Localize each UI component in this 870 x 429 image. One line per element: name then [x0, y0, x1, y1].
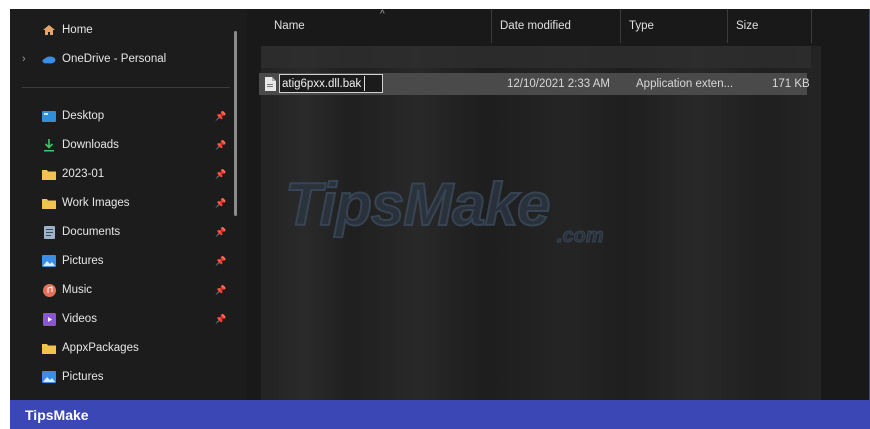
- desktop-icon: [42, 110, 56, 122]
- nav-item-label: 2023-01: [62, 168, 105, 180]
- nav-item-desktop[interactable]: Desktop 📌: [10, 103, 234, 129]
- nav-scrollbar[interactable]: [234, 31, 237, 216]
- folder-icon: [42, 197, 56, 209]
- nav-item-label: Videos: [62, 313, 97, 325]
- nav-item-partial[interactable]: [10, 393, 234, 400]
- nav-item-label: Work Images: [62, 197, 130, 209]
- watermark-logo: TipsMake: [284, 170, 551, 239]
- pin-icon[interactable]: 📌: [215, 314, 226, 325]
- nav-item-2023-01[interactable]: 2023-01 📌: [10, 161, 234, 187]
- nav-divider: [22, 87, 230, 88]
- rename-input[interactable]: atig6pxx.dll.bak: [279, 74, 383, 93]
- column-header-size[interactable]: Size: [728, 9, 812, 43]
- nav-item-downloads[interactable]: Downloads 📌: [10, 132, 234, 158]
- nav-item-music[interactable]: Music 📌: [10, 277, 234, 303]
- navigation-pane: Home › OneDrive - Personal Desktop 📌 Dow…: [10, 9, 247, 400]
- pin-icon[interactable]: 📌: [215, 285, 226, 296]
- file-type: Application exten...: [636, 78, 734, 90]
- file-date-modified: 12/10/2021 2:33 AM: [507, 78, 610, 90]
- text-cursor: [364, 76, 365, 91]
- nav-item-label: AppxPackages: [62, 342, 139, 354]
- pin-icon[interactable]: 📌: [215, 111, 226, 122]
- column-header-label: Name: [274, 20, 305, 32]
- nav-item-label: Pictures: [62, 371, 104, 383]
- folder-icon: [42, 168, 56, 180]
- nav-item-label: Home: [62, 24, 93, 36]
- column-header-label: Size: [736, 20, 759, 32]
- file-icon: [265, 77, 276, 91]
- pin-icon[interactable]: 📌: [215, 198, 226, 209]
- nav-item-label: OneDrive - Personal: [62, 53, 167, 65]
- column-header-date-modified[interactable]: Date modified: [492, 9, 621, 43]
- document-icon: [42, 225, 56, 239]
- nav-item-pictures[interactable]: Pictures 📌: [10, 248, 234, 274]
- download-icon: [42, 139, 56, 152]
- nav-item-label: Documents: [62, 226, 121, 238]
- blurred-row: [261, 46, 811, 68]
- nav-item-label: Downloads: [62, 139, 119, 151]
- column-header-label: Date modified: [500, 20, 571, 32]
- brand-footer-bar: TipsMake: [10, 400, 870, 429]
- folder-icon: [42, 342, 56, 354]
- pictures-icon: [42, 255, 56, 267]
- column-header-label: Type: [629, 20, 654, 32]
- nav-item-home[interactable]: Home: [10, 17, 234, 43]
- nav-item-label: Music: [62, 284, 93, 296]
- nav-item-videos[interactable]: Videos 📌: [10, 306, 234, 332]
- watermark-suffix: .com: [557, 225, 605, 248]
- nav-item-label: Desktop: [62, 110, 105, 122]
- music-icon: [42, 283, 56, 297]
- nav-item-work-images[interactable]: Work Images 📌: [10, 190, 234, 216]
- file-name-text: atig6pxx.dll.bak: [282, 77, 362, 90]
- sort-ascending-icon: ^: [380, 9, 385, 20]
- pin-icon[interactable]: 📌: [215, 256, 226, 267]
- file-size: 171 KB: [772, 78, 810, 90]
- pictures-icon: [42, 371, 56, 383]
- nav-item-pictures-2[interactable]: Pictures: [10, 364, 234, 390]
- column-header-type[interactable]: Type: [621, 9, 728, 43]
- column-header-name[interactable]: Name: [266, 9, 492, 43]
- column-header-row: Name ^ Date modified Type Size: [247, 9, 869, 43]
- pin-icon[interactable]: 📌: [215, 140, 226, 151]
- nav-item-label: Pictures: [62, 255, 104, 267]
- nav-item-appxpackages[interactable]: AppxPackages: [10, 335, 234, 361]
- nav-item-documents[interactable]: Documents 📌: [10, 219, 234, 245]
- pin-icon[interactable]: 📌: [215, 169, 226, 180]
- home-icon: [42, 24, 56, 36]
- brand-label: TipsMake: [25, 406, 89, 423]
- pin-icon[interactable]: 📌: [215, 227, 226, 238]
- cloud-icon: [42, 53, 56, 65]
- nav-item-onedrive[interactable]: › OneDrive - Personal: [10, 46, 234, 72]
- video-icon: [42, 312, 56, 326]
- chevron-right-icon[interactable]: ›: [22, 53, 26, 65]
